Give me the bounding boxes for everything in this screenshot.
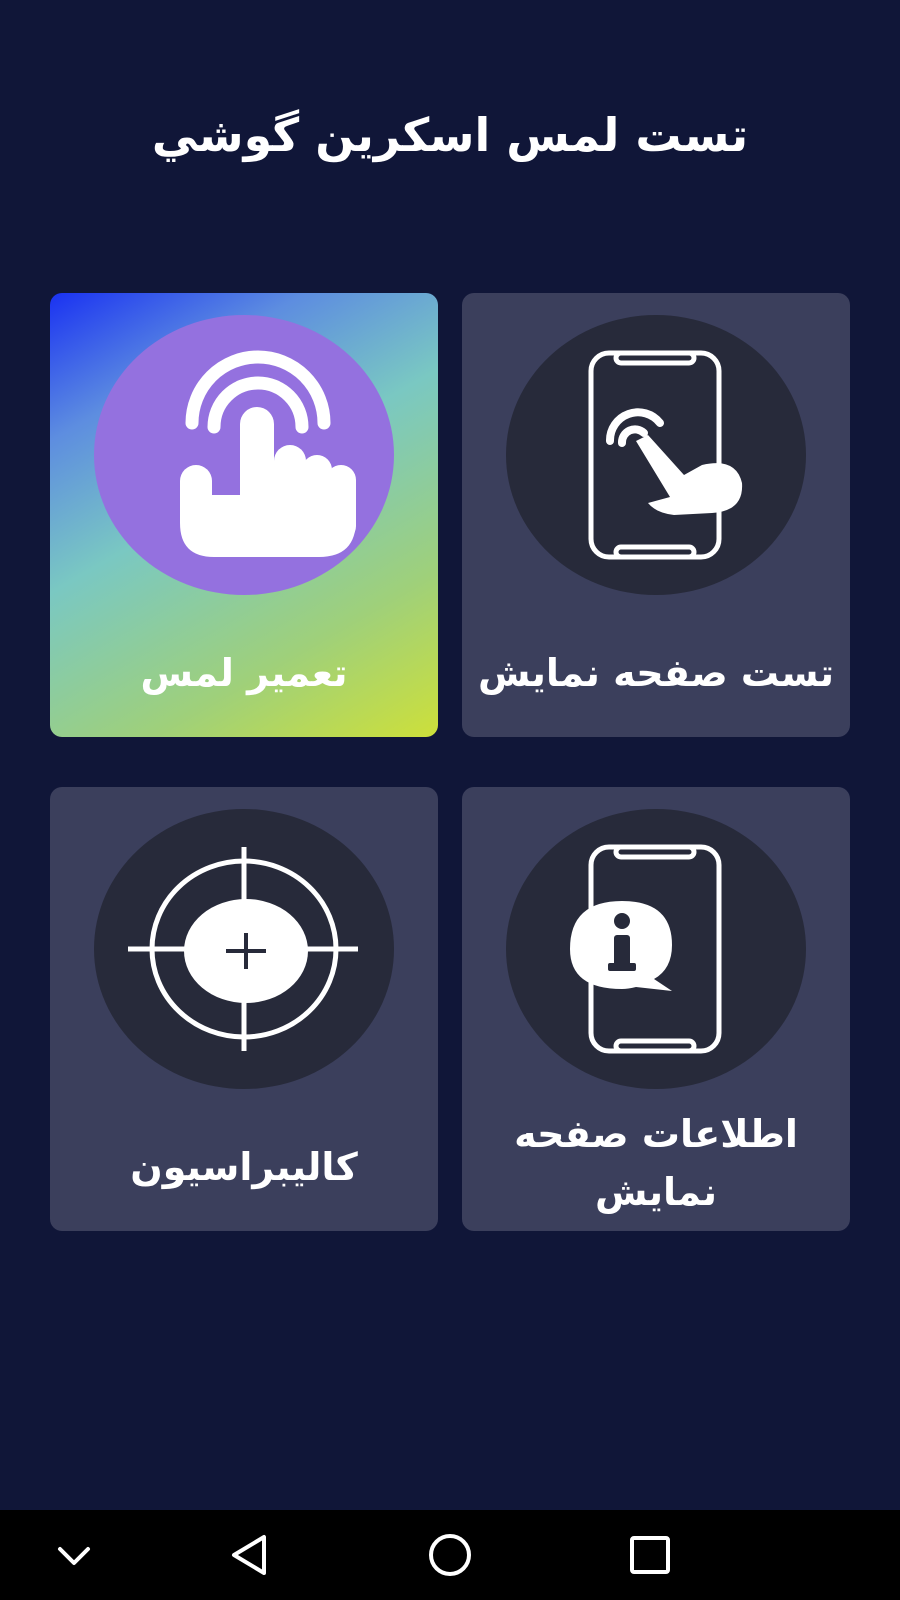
touch-repair-icon-circle [94, 315, 394, 595]
display-info-label: اطلاعات صفحه نمایش [514, 1112, 798, 1214]
calibration-label: کالیبراسیون [130, 1145, 358, 1189]
touch-repair-card[interactable]: تعمیر لمس [50, 293, 438, 737]
display-test-label: تست صفحه نمایش [477, 651, 835, 695]
home-button[interactable] [420, 1525, 480, 1585]
navigation-bar [0, 1510, 900, 1600]
display-info-card[interactable]: اطلاعات صفحه نمایش [462, 787, 850, 1231]
recents-button[interactable] [620, 1525, 680, 1585]
phone-info-icon [570, 844, 722, 1054]
recents-icon [630, 1536, 670, 1574]
page-title: تست لمس اسکرین گوشي [151, 108, 749, 162]
calibration-card[interactable]: کالیبراسیون [50, 787, 438, 1231]
tap-hand-icon [180, 350, 356, 557]
hide-keyboard-button[interactable] [44, 1525, 104, 1585]
calibration-icon-circle [94, 809, 394, 1089]
display-test-card[interactable]: تست صفحه نمایش [462, 293, 850, 737]
back-icon [232, 1535, 266, 1575]
crosshair-icon [128, 847, 358, 1051]
back-button[interactable] [220, 1525, 280, 1585]
home-icon [429, 1534, 471, 1576]
display-test-icon-circle [506, 315, 806, 595]
phone-touch-icon [588, 350, 743, 560]
chevron-down-icon [58, 1547, 90, 1565]
touch-repair-label: تعمیر لمس [140, 651, 348, 695]
display-info-icon-circle [506, 809, 806, 1089]
